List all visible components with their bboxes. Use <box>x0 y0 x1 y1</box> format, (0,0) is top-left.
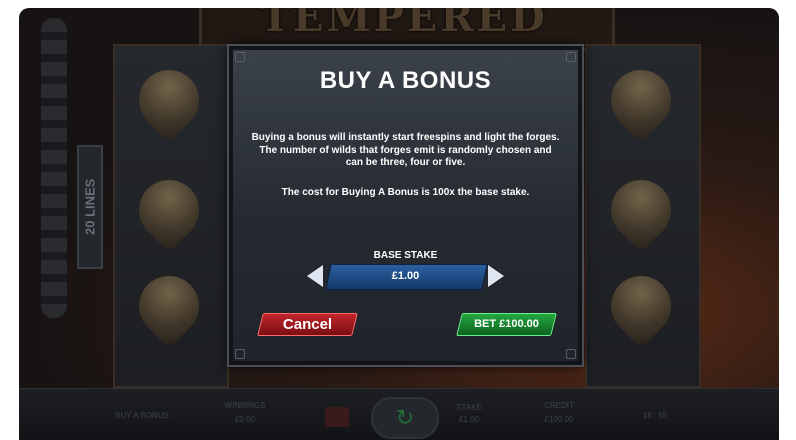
chain-decoration <box>41 18 67 318</box>
credit-label: CREDIT <box>544 401 574 410</box>
stake-decrease-arrow-icon[interactable] <box>307 265 323 287</box>
bet-button[interactable]: BET £100.00 <box>456 313 557 336</box>
cancel-button-label: Cancel <box>282 316 333 333</box>
game-title: TEMPERED STEEL <box>260 8 548 88</box>
lines-indicator: 20 LINES <box>77 145 103 269</box>
buy-bonus-dialog: BUY A BONUS Buying a bonus will instantl… <box>229 46 582 365</box>
buy-bonus-label[interactable]: BUY A BONUS <box>107 411 177 420</box>
bet-button-label: BET £100.00 <box>474 318 539 330</box>
clock-text: 18 : 55 <box>642 411 668 420</box>
rivet <box>235 349 245 359</box>
autoplay-button[interactable] <box>325 407 349 427</box>
rivet <box>566 349 576 359</box>
bottom-bar: BUY A BONUS WINNINGS £0.00 ↻ STAKE £1.00… <box>19 388 779 440</box>
cancel-button[interactable]: Cancel <box>257 313 358 336</box>
credit-value: £100.00 <box>544 415 574 424</box>
refresh-icon: ↻ <box>395 405 415 430</box>
stake-value[interactable]: £1.00 <box>449 415 489 424</box>
rivet <box>235 52 245 62</box>
dialog-title: BUY A BONUS <box>319 67 492 94</box>
stake-label: STAKE <box>456 403 482 412</box>
cost-text: The cost for Buying A Bonus is 100x the … <box>281 187 530 198</box>
dialog-description: Buying a bonus will instantly start free… <box>251 132 560 168</box>
base-stake-value: £1.00 <box>391 270 420 282</box>
winnings-value: £0.00 <box>234 415 256 424</box>
spin-button[interactable]: ↻ <box>371 397 439 439</box>
rivet <box>566 52 576 62</box>
base-stake-label: BASE STAKE <box>373 250 438 261</box>
winnings-label: WINNINGS <box>224 401 266 410</box>
stake-increase-arrow-icon[interactable] <box>488 265 504 287</box>
